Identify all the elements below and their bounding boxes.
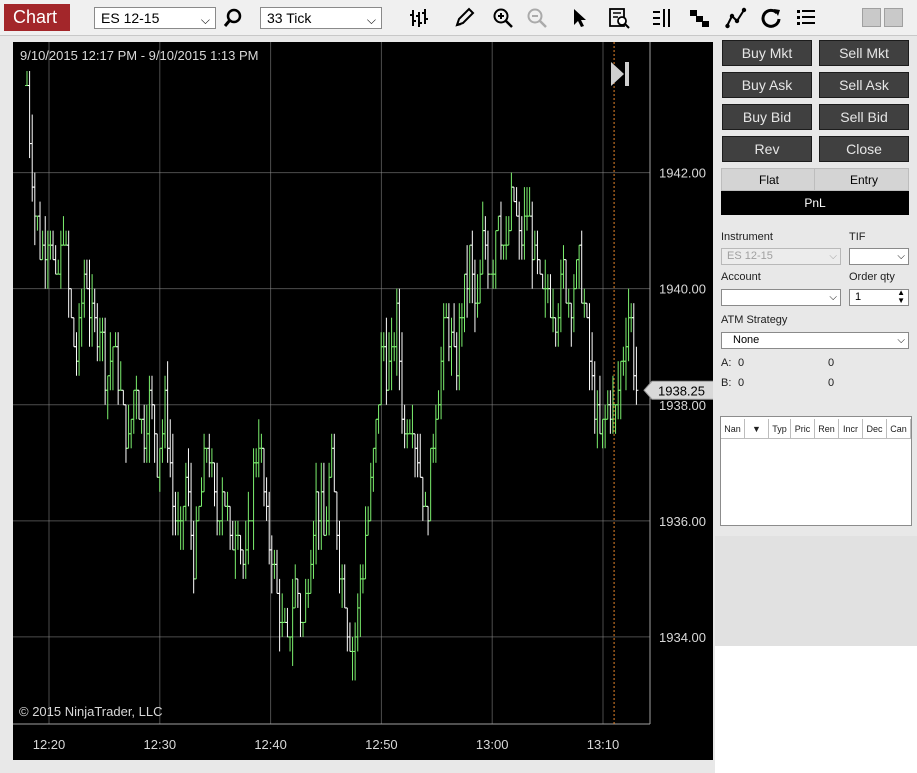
x-tick-label: 12:40 (254, 737, 287, 752)
position-state: Flat (759, 173, 780, 187)
chevron-down-icon: ⌵ (829, 251, 837, 262)
orders-grid[interactable]: Nan ▼ Typ Pric Ren Incr Dec Can (720, 416, 912, 526)
toolbar: Chart ES 12-15 ⌵ 33 Tick ⌵ (0, 0, 917, 36)
refresh-icon[interactable] (759, 6, 783, 30)
atm-strategy-label: ATM Strategy (721, 314, 788, 326)
chart-canvas[interactable]: 1934.00 1936.00 1938.00 1940.00 1942.00 12:20… (13, 42, 713, 760)
instrument-field: ES 12-15 ⌵ (721, 248, 841, 265)
sell-bid-button[interactable]: Sell Bid (819, 104, 909, 130)
zoom-in-icon[interactable] (491, 6, 515, 30)
a-value-2: 0 (828, 357, 835, 369)
data-box-icon[interactable] (607, 6, 631, 30)
chevron-down-icon: ⌵ (366, 13, 376, 27)
chart-copyright: © 2015 NinjaTrader, LLC (19, 704, 163, 719)
account-select[interactable]: ⌵ (721, 289, 841, 306)
chart-trader-panel: Buy Mkt Sell Mkt Buy Ask Sell Ask Buy Bi… (715, 36, 917, 773)
zoom-out-icon[interactable] (525, 6, 549, 30)
b-label: B: (721, 377, 732, 389)
y-tick-label: 1942.00 (659, 166, 706, 181)
col-price[interactable]: Pric (791, 419, 815, 439)
position-divider (814, 169, 815, 190)
col-increase[interactable]: Incr (839, 419, 863, 439)
panel-empty-area (715, 536, 917, 646)
last-price-label: 1938.25 (658, 383, 705, 398)
col-name[interactable]: Nan (721, 419, 745, 439)
sell-market-button[interactable]: Sell Mkt (819, 40, 909, 66)
chevron-down-icon: ⌵ (897, 335, 905, 346)
pointer-icon[interactable] (568, 6, 592, 30)
atm-strategy-value: None (733, 334, 760, 346)
price-chart[interactable]: 1934.00 1936.00 1938.00 1940.00 1942.00 12:20… (13, 42, 713, 760)
x-tick-label: 12:20 (33, 737, 66, 752)
search-icon[interactable] (221, 6, 245, 30)
reverse-button[interactable]: Rev (722, 136, 812, 162)
interval-value: 33 Tick (267, 10, 312, 26)
scroll-to-end-icon[interactable] (611, 62, 629, 86)
bar-style-icon[interactable] (407, 6, 431, 30)
a-value-1: 0 (738, 357, 745, 369)
buy-bid-button[interactable]: Buy Bid (722, 104, 812, 130)
window-title: Chart (4, 4, 70, 31)
chart-date-range: 9/10/2015 12:17 PM - 9/10/2015 1:13 PM (20, 48, 259, 63)
y-tick-label: 1940.00 (659, 282, 706, 297)
buy-market-button[interactable]: Buy Mkt (722, 40, 812, 66)
panel-white-area (715, 646, 917, 773)
orders-grid-header: Nan ▼ Typ Pric Ren Incr Dec Can (721, 419, 911, 439)
buy-ask-button[interactable]: Buy Ask (722, 72, 812, 98)
chevron-down-icon: ⌵ (897, 251, 905, 262)
close-position-button[interactable]: Close (819, 136, 909, 162)
x-tick-label: 12:30 (144, 737, 177, 752)
a-label: A: (721, 357, 732, 369)
col-remaining[interactable]: Ren (815, 419, 839, 439)
col-cancel[interactable]: Can (887, 419, 911, 439)
chevron-down-icon: ⌵ (829, 292, 837, 303)
b-value-1: 0 (738, 377, 745, 389)
instrument-selector[interactable]: ES 12-15 ⌵ (94, 7, 216, 29)
list-icon[interactable] (794, 6, 818, 30)
position-row: Flat Entry (721, 168, 909, 191)
order-qty-stepper[interactable]: 1 ▲ ▼ (849, 289, 909, 306)
order-flow-icon[interactable] (687, 6, 711, 30)
chart-window: Chart ES 12-15 ⌵ 33 Tick ⌵ 1934.00 1936.… (0, 0, 917, 773)
sell-ask-button[interactable]: Sell Ask (819, 72, 909, 98)
order-qty-label: Order qty (849, 271, 895, 283)
maximize-button[interactable] (884, 8, 903, 27)
indicators-icon[interactable] (724, 6, 748, 30)
y-tick-label: 1934.00 (659, 630, 706, 645)
x-tick-label: 12:50 (365, 737, 398, 752)
chevron-down-icon: ⌵ (200, 13, 210, 27)
atm-strategy-select[interactable]: None ⌵ (721, 332, 909, 349)
account-label: Account (721, 271, 761, 283)
pnl-display: PnL (721, 191, 909, 215)
x-tick-label: 13:10 (587, 737, 620, 752)
columns-icon[interactable] (650, 6, 674, 30)
sort-down-icon: ▼ (752, 424, 761, 434)
instrument-label: Instrument (721, 231, 773, 243)
col-decrease[interactable]: Dec (863, 419, 887, 439)
y-tick-label: 1936.00 (659, 514, 706, 529)
spinner-arrows-icon[interactable]: ▲ ▼ (897, 289, 905, 305)
interval-selector[interactable]: 33 Tick ⌵ (260, 7, 382, 29)
instrument-value: ES 12-15 (101, 10, 160, 26)
position-entry-label: Entry (850, 173, 879, 187)
tif-select[interactable]: ⌵ (849, 248, 909, 265)
minimize-button[interactable] (862, 8, 881, 27)
col-type[interactable]: Typ (769, 419, 791, 439)
instrument-field-value: ES 12-15 (727, 250, 773, 262)
order-qty-value: 1 (855, 291, 862, 303)
col-sort[interactable]: ▼ (745, 419, 769, 439)
b-value-2: 0 (828, 377, 835, 389)
pencil-icon[interactable] (452, 6, 476, 30)
y-tick-label: 1938.00 (659, 398, 706, 413)
x-tick-label: 13:00 (476, 737, 509, 752)
tif-label: TIF (849, 231, 866, 243)
